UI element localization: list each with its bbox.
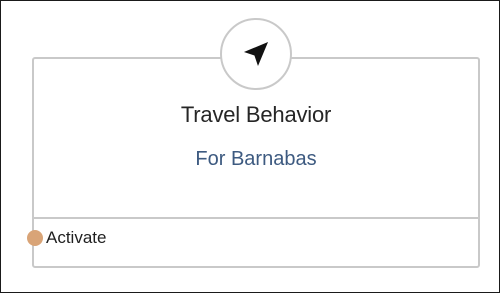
navigation-arrow-icon <box>243 41 269 67</box>
canvas-frame: Travel Behavior For Barnabas Activate <box>0 0 500 293</box>
node-subtitle: For Barnabas <box>195 148 317 170</box>
activate-port-connector[interactable] <box>27 230 43 246</box>
activate-port-label: Activate <box>46 228 107 247</box>
node-title: Travel Behavior <box>180 102 332 127</box>
input-port-row: Activate <box>27 219 478 266</box>
node-icon-badge <box>220 18 292 90</box>
